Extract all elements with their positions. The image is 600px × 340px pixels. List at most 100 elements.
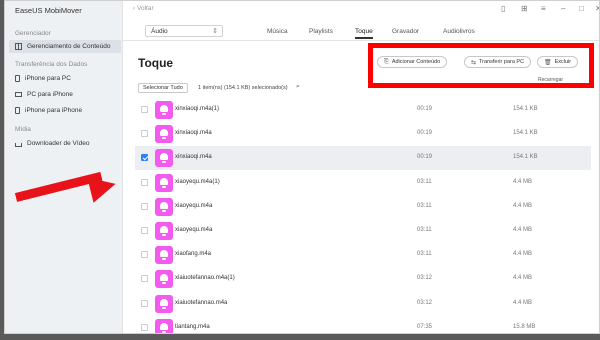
file-size: 154.1 KB — [513, 130, 538, 137]
file-row[interactable]: xiaoyequ.m4a 03:11 4.4 MB — [135, 219, 591, 243]
file-row[interactable]: xinxiaoqi.m4a 00:19 154.1 KB — [135, 146, 591, 171]
page-title: Toque — [138, 56, 174, 70]
ringtone-file-icon — [155, 197, 173, 216]
file-size: 4.4 MB — [513, 227, 533, 233]
tab-recorder[interactable]: Gravador — [392, 28, 419, 35]
file-size: 4.4 MB — [513, 251, 533, 258]
file-name: xiaoyequ.m4a — [175, 227, 213, 233]
row-checkbox[interactable] — [141, 202, 148, 210]
back-button[interactable]: ‹ Voltar — [133, 5, 154, 12]
ringtone-file-icon — [155, 246, 173, 265]
file-row[interactable]: xiaoyequ.m4a 03:11 4.4 MB — [135, 195, 591, 219]
file-row[interactable]: tiantang.m4a 07:35 15.8 MB — [135, 316, 591, 333]
search-icon[interactable]: ⌕ — [296, 83, 300, 91]
select-all-button[interactable]: Selecionar Tudo — [138, 83, 188, 93]
device-icon[interactable]: ▯ — [501, 4, 505, 13]
ringtone-file-icon — [155, 318, 173, 333]
sidebar-section-media: Mídia — [15, 126, 31, 133]
file-duration: 07:35 — [417, 323, 433, 330]
tab-audiobooks[interactable]: Audiolivros — [443, 28, 475, 35]
download-icon — [15, 143, 22, 147]
sidebar-section-transfer: Transferência dos Dados — [15, 61, 88, 68]
file-size: 4.4 MB — [513, 178, 533, 185]
row-checkbox[interactable] — [141, 299, 148, 307]
category-select-value: Áudio — [151, 28, 168, 35]
chevron-updown-icon: ⇕ — [212, 28, 218, 35]
ringtone-file-icon — [155, 173, 173, 192]
file-duration: 03:11 — [417, 251, 432, 258]
sidebar-section-manager: Gerenciador — [15, 30, 51, 37]
ringtone-file-icon — [155, 149, 173, 168]
computer-icon — [15, 92, 22, 97]
sidebar-item-video-downloader[interactable]: Downloader de Vídeo — [9, 137, 121, 150]
maximize-icon[interactable]: □ — [579, 4, 584, 13]
sidebar-item-label: Gerenciamento de Conteúdo — [27, 43, 111, 50]
sidebar-item-label: PC para iPhone — [27, 91, 73, 98]
file-name: tiantang.m4a — [175, 323, 210, 330]
file-name: xiaoyequ.m4a(1) — [175, 178, 220, 185]
sidebar-item-label: iPhone para iPhone — [25, 107, 83, 114]
phone-icon — [15, 107, 20, 114]
file-row[interactable]: xiaoyequ.m4a(1) 03:11 4.4 MB — [135, 171, 591, 195]
file-name: xinxiaoqi.m4a(1) — [175, 106, 220, 112]
selection-info: 1 item(ns) (154.1 KB) selecionado(s) — [198, 85, 288, 91]
file-size: 154.1 KB — [513, 154, 538, 161]
row-checkbox[interactable] — [141, 227, 148, 234]
file-row[interactable]: xiaiuotefannao.m4a 03:12 4.4 MB — [135, 292, 591, 316]
file-duration: 03:11 — [417, 227, 432, 233]
sidebar-item-iphone-to-iphone[interactable]: iPhone para iPhone — [9, 104, 121, 117]
sidebar-item-iphone-to-pc[interactable]: iPhone para PC — [9, 72, 121, 85]
tab-music[interactable]: Música — [267, 28, 288, 35]
phone-icon — [15, 75, 20, 82]
ringtone-file-icon — [155, 125, 173, 144]
file-row[interactable]: xiaofang.m4a 03:11 4.4 MB — [135, 243, 591, 267]
file-duration: 03:11 — [417, 202, 432, 209]
file-size: 15.8 MB — [513, 323, 536, 330]
sidebar-item-label: iPhone para PC — [25, 75, 71, 82]
file-row[interactable]: xinxiaoqi.m4a 00:19 154.1 KB — [135, 122, 591, 146]
row-checkbox[interactable] — [141, 154, 148, 162]
ringtone-file-icon — [155, 101, 173, 119]
annotation-highlight-box — [368, 43, 594, 88]
ringtone-file-icon — [155, 270, 173, 289]
file-row[interactable]: xiaiuotefannao.m4a(1) 03:12 4.4 MB — [135, 267, 591, 291]
sidebar-item-content-management[interactable]: Gerenciamento de Conteúdo — [9, 40, 121, 53]
row-checkbox[interactable] — [141, 130, 148, 138]
file-size: 4.4 MB — [513, 275, 533, 282]
ringtone-file-icon — [155, 294, 173, 313]
sidebar-item-label: Downloader de Vídeo — [27, 140, 90, 147]
title-bar: ‹ Voltar ▯ ⊞ ≡ – □ ✕ — [123, 1, 599, 17]
sidebar-item-pc-to-iphone[interactable]: PC para iPhone — [9, 88, 121, 101]
file-name: xiaiuotefannao.m4a — [175, 299, 228, 306]
gift-icon[interactable]: ⊞ — [521, 4, 528, 13]
row-checkbox[interactable] — [141, 178, 148, 186]
file-duration: 00:19 — [417, 154, 433, 161]
file-duration: 03:11 — [417, 178, 432, 185]
file-duration: 00:19 — [417, 106, 433, 112]
file-duration: 03:12 — [417, 275, 433, 282]
minimize-icon[interactable]: – — [561, 4, 565, 13]
file-name: xinxiaoqi.m4a — [175, 130, 212, 137]
close-icon[interactable]: ✕ — [595, 4, 599, 13]
row-checkbox[interactable] — [141, 323, 148, 331]
row-checkbox[interactable] — [141, 106, 148, 113]
menu-icon[interactable]: ≡ — [541, 4, 546, 13]
file-duration: 00:19 — [417, 130, 433, 137]
row-checkbox[interactable] — [141, 251, 148, 259]
file-name: xiaofang.m4a — [175, 251, 212, 258]
category-select[interactable]: Áudio ⇕ — [145, 25, 223, 37]
file-size: 154.1 KB — [513, 106, 538, 112]
file-row[interactable]: xinxiaoqi.m4a(1) 00:19 154.1 KB — [135, 98, 591, 122]
file-name: xiaoyequ.m4a — [175, 202, 213, 209]
file-name: xinxiaoqi.m4a — [175, 154, 212, 161]
file-duration: 03:12 — [417, 299, 433, 306]
sidebar: EaseUS MobiMover Gerenciador Gerenciamen… — [5, 1, 123, 333]
file-size: 4.4 MB — [513, 202, 533, 209]
ringtone-file-icon — [155, 222, 173, 240]
row-checkbox[interactable] — [141, 275, 148, 283]
tab-ringtones[interactable]: Toque — [355, 28, 373, 39]
file-name: xiaiuotefannao.m4a(1) — [175, 275, 235, 282]
grid-icon — [15, 43, 22, 50]
app-window: EaseUS MobiMover Gerenciador Gerenciamen… — [4, 0, 600, 334]
tab-playlists[interactable]: Playlists — [309, 28, 333, 35]
